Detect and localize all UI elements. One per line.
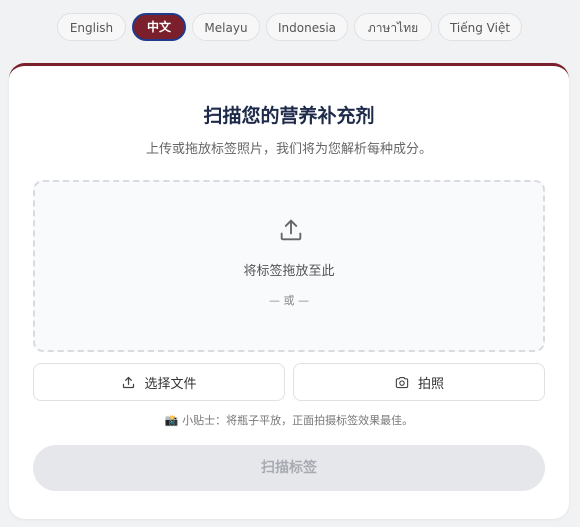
language-option-malay[interactable]: Melayu [192, 13, 260, 41]
choose-file-button[interactable]: 选择文件 [33, 363, 285, 401]
take-photo-label: 拍照 [417, 376, 444, 392]
language-option-indonesian[interactable]: Indonesia [266, 13, 348, 41]
tip-text: 📸 小贴士：将瓶子平放，正面拍摄标签效果最佳。 [164, 414, 414, 427]
camera-icon [395, 376, 409, 388]
scanner-card: 扫描您的营养补充剂 上传或拖放标签照片，我们将为您解析每种成分。 将标签拖放至此… [9, 63, 569, 519]
dropzone-text: 将标签拖放至此 [243, 264, 335, 279]
language-option-chinese[interactable]: 中文 [132, 13, 186, 41]
upload-icon [280, 219, 302, 241]
choose-file-label: 选择文件 [144, 376, 197, 392]
upload-icon [123, 376, 135, 388]
page-title: 扫描您的营养补充剂 [203, 105, 375, 127]
page-subtitle: 上传或拖放标签照片，我们将为您解析每种成分。 [145, 142, 432, 157]
language-option-vietnamese[interactable]: Tiếng Việt [438, 13, 522, 41]
dropzone-or-divider: — 或 — [269, 294, 309, 307]
take-photo-button[interactable]: 拍照 [293, 363, 545, 401]
scan-label-button[interactable]: 扫描标签 [33, 445, 545, 491]
language-option-english[interactable]: English [57, 13, 126, 41]
language-selector: English 中文 Melayu Indonesia ภาษาไทย Tiến… [0, 13, 580, 43]
language-option-thai[interactable]: ภาษาไทย [354, 13, 432, 41]
upload-dropzone[interactable]: 将标签拖放至此 — 或 — [33, 180, 545, 352]
